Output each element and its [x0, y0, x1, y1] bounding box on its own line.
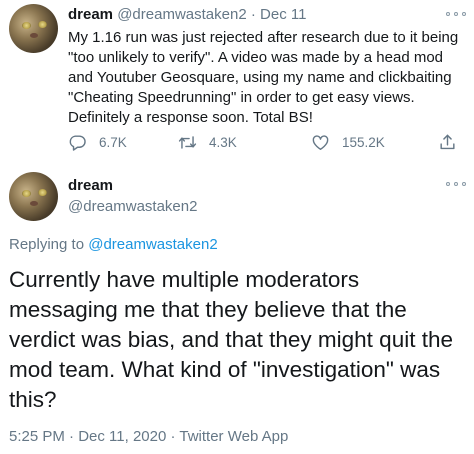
avatar-cat-eye: [38, 189, 47, 196]
tweet-date[interactable]: Dec 11: [260, 6, 306, 23]
tweet-timestamp[interactable]: 5:25 PM · Dec 11, 2020 · Twitter Web App: [9, 428, 288, 445]
tweet-header: dream @dreamwastaken2 · Dec 11: [68, 6, 306, 23]
avatar-cat-nose: [30, 33, 38, 38]
tweet-actions: 6.7K 4.3K 155.2K: [68, 130, 455, 154]
like-button[interactable]: 155.2K: [311, 130, 385, 154]
avatar-cat-nose: [30, 201, 38, 206]
display-name[interactable]: dream: [68, 177, 113, 194]
replying-to-label: Replying to: [9, 236, 85, 253]
display-name[interactable]: dream: [68, 6, 113, 23]
replying-to: Replying to @dreamwastaken2: [9, 236, 218, 253]
avatar[interactable]: [9, 4, 58, 53]
reply-icon: [69, 134, 86, 151]
context-tweet[interactable]: dream @dreamwastaken2 · Dec 11 My 1.16 r…: [0, 0, 474, 166]
retweet-button[interactable]: 4.3K: [178, 130, 237, 154]
tweet-text: My 1.16 run was just rejected after rese…: [68, 29, 459, 126]
reply-count: 6.7K: [99, 134, 127, 150]
handle[interactable]: @dreamwastaken2: [117, 6, 246, 23]
reply-button[interactable]: 6.7K: [68, 130, 127, 154]
avatar-cat-eye: [22, 22, 31, 29]
like-count: 155.2K: [342, 134, 385, 150]
share-icon: [440, 134, 455, 149]
more-options-icon[interactable]: [446, 181, 466, 187]
avatar-cat-eye: [38, 21, 47, 28]
avatar-cat-eye: [22, 190, 31, 197]
avatar[interactable]: [9, 172, 58, 221]
main-tweet: dream @dreamwastaken2 Replying to @dream…: [0, 166, 474, 454]
retweet-icon: [178, 135, 197, 149]
tweet-text: Currently have multiple moderators messa…: [9, 267, 453, 412]
separator: ·: [250, 6, 256, 23]
replying-to-link[interactable]: @dreamwastaken2: [88, 236, 217, 253]
handle[interactable]: @dreamwastaken2: [68, 198, 197, 215]
heart-icon: [312, 134, 329, 150]
share-button[interactable]: [438, 130, 469, 154]
more-options-icon[interactable]: [446, 11, 466, 17]
retweet-count: 4.3K: [209, 134, 237, 150]
